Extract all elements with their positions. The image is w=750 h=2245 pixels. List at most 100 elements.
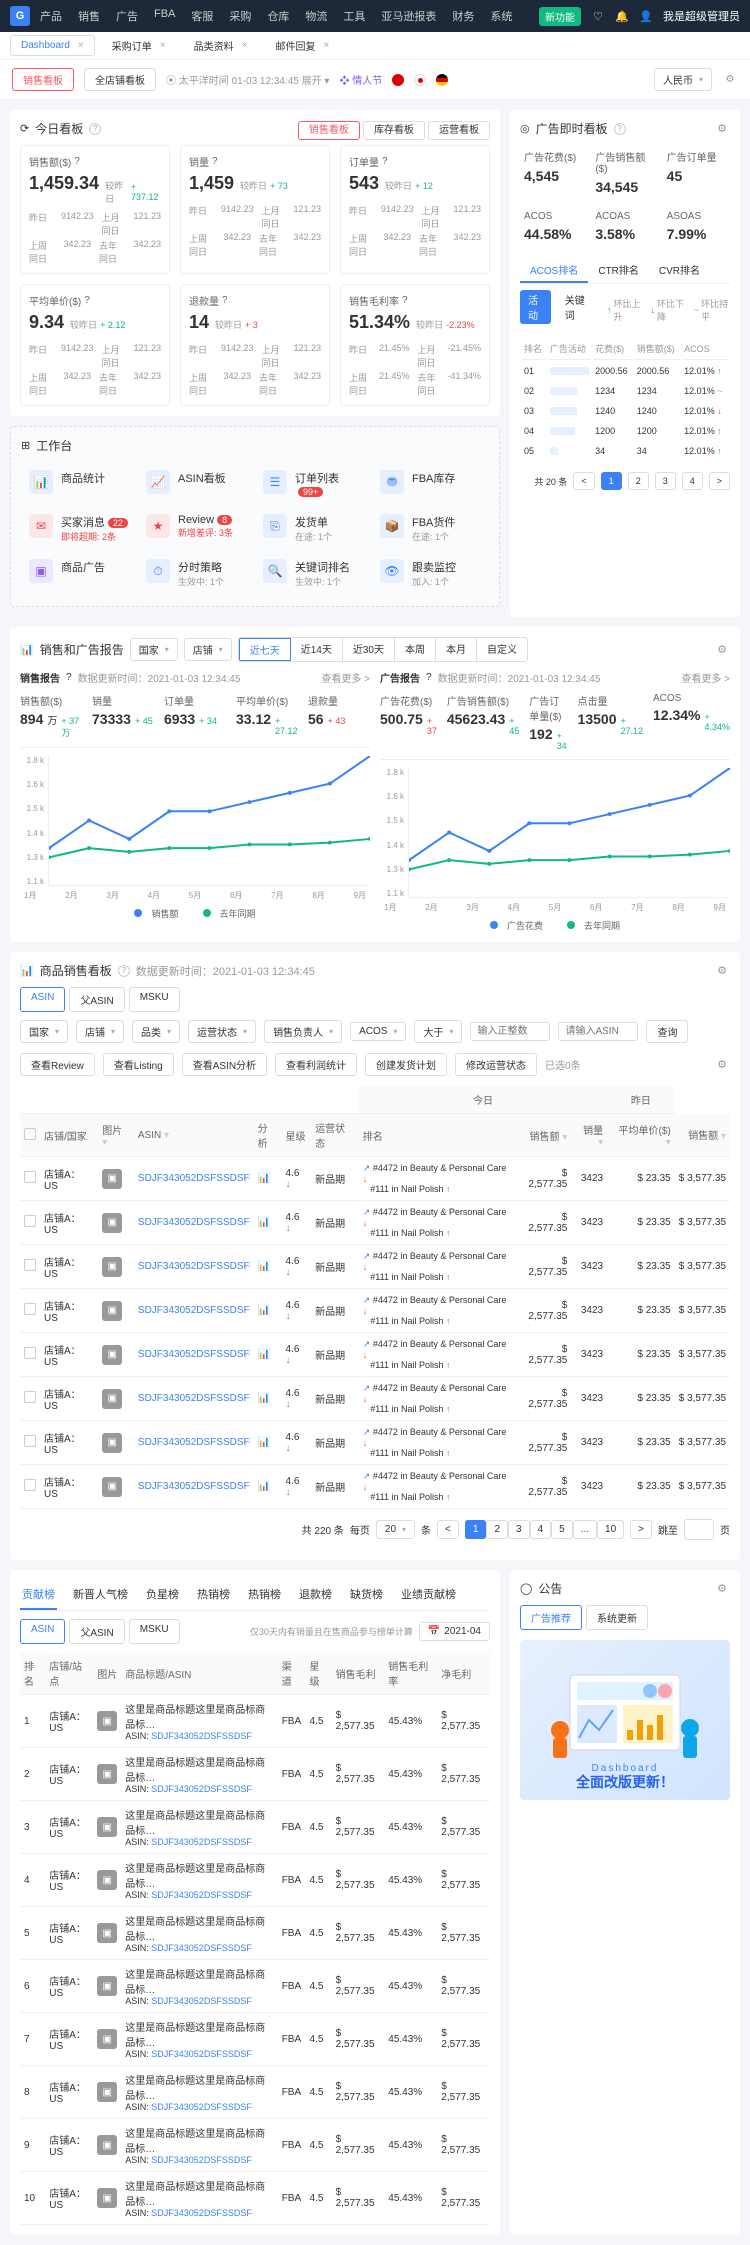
page-btn[interactable]: 4 [530,1520,552,1539]
ad-row[interactable]: 012000.562000.5612.01% ↑ [522,362,728,380]
product-row[interactable]: 店铺A：US▣ SDJF343052DSFSSDSF 📊 4.6 ↓新品期 ↗ … [20,1245,730,1289]
period-tab[interactable]: 近七天 [239,638,291,661]
page-btn[interactable]: 3 [508,1520,530,1539]
filter-select[interactable]: 销售负责人 [264,1020,342,1043]
goto-input[interactable] [684,1519,714,1540]
ad-rank-tab[interactable]: ACOS排名 [520,258,588,283]
help-icon[interactable]: ? [89,123,101,135]
row-checkbox[interactable] [24,1171,36,1183]
asin-link[interactable]: SDJF343052DSFSSDSF [134,1421,254,1465]
workbench-item[interactable]: ⏱分时策略生效中: 1个 [138,551,255,596]
row-checkbox[interactable] [24,1303,36,1315]
row-checkbox[interactable] [24,1479,36,1491]
product-row[interactable]: 店铺A：US▣ SDJF343052DSFSSDSF 📊 4.6 ↓新品期 ↗ … [20,1201,730,1245]
nav-item[interactable]: 产品 [40,8,62,24]
per-page-select[interactable]: 20 [376,1520,415,1539]
action-btn[interactable]: 查看Listing [103,1053,174,1076]
today-tab[interactable]: 销售看板 [298,121,360,140]
workbench-item[interactable]: ✉买家消息22即将超期: 2条 [21,506,138,551]
nav-item[interactable]: 系统 [490,8,512,24]
notice-tab[interactable]: 系统更新 [586,1605,648,1630]
filter-select[interactable]: 运营状态 [188,1020,256,1043]
page-btn[interactable]: ... [573,1520,597,1539]
close-icon[interactable]: × [78,40,84,51]
contrib-tab[interactable]: 新晋人气榜 [71,1580,130,1610]
workbench-item[interactable]: 📈ASIN看板 [138,462,255,506]
headset-icon[interactable]: ♡ [591,9,605,23]
filter-input[interactable] [470,1022,550,1041]
ad-mini-tab[interactable]: 关键词 [557,290,595,324]
row-checkbox[interactable] [24,1391,36,1403]
filter-select[interactable]: 大于 [414,1020,462,1043]
asin-link[interactable]: SDJF343052DSFSSDSF [134,1333,254,1377]
nav-item[interactable]: 工具 [343,8,365,24]
nav-item[interactable]: 采购 [229,8,251,24]
action-btn[interactable]: 查看ASIN分析 [182,1053,267,1076]
workbench-item[interactable]: ☰订单列表99+ [255,462,372,506]
nav-item[interactable]: 财务 [452,8,474,24]
contrib-row[interactable]: 5店铺A：US▣ 这里是商品标题这里是商品标商品标…ASIN: SDJF3430… [20,1907,490,1960]
notice-banner[interactable]: Dashboard 全面改版更新！ [520,1640,730,1800]
gear-icon[interactable]: ⚙ [714,121,730,137]
product-tab[interactable]: ASIN [20,987,65,1012]
close-icon[interactable]: × [323,40,329,51]
contrib-row[interactable]: 10店铺A：US▣ 这里是商品标题这里是商品标商品标…ASIN: SDJF343… [20,2172,490,2225]
ad-row[interactable]: 031240124012.01% ↓ [522,402,728,420]
workbench-item[interactable]: ▣商品广告 [21,551,138,596]
workbench-item[interactable]: ⛃FBA库存 [372,462,489,506]
action-btn[interactable]: 查看Review [20,1053,95,1076]
product-tab[interactable]: MSKU [129,987,180,1012]
nav-item[interactable]: FBA [154,8,175,24]
contrib-row[interactable]: 9店铺A：US▣ 这里是商品标题这里是商品标商品标…ASIN: SDJF3430… [20,2119,490,2172]
filter-select[interactable]: 国家 [20,1020,68,1043]
row-checkbox[interactable] [24,1215,36,1227]
ad-row[interactable]: 05343412.01% ↑ [522,442,728,460]
contrib-tab[interactable]: 热销榜 [195,1580,232,1610]
workbench-item[interactable]: 📦FBA货件在途: 1个 [372,506,489,551]
country-select[interactable]: 国家 [130,638,178,661]
workbench-item[interactable]: ★Review8新增差评: 3条 [138,506,255,551]
period-tab[interactable]: 自定义 [477,638,527,661]
chart-icon[interactable]: 📊 [258,1217,270,1228]
currency-select[interactable]: 人民币 [654,68,712,91]
filter-select[interactable]: ACOS [350,1022,406,1041]
month-select[interactable]: 📅 2021-04 [419,1622,490,1641]
notice-tab[interactable]: 广告推荐 [520,1605,582,1630]
product-row[interactable]: 店铺A：US▣ SDJF343052DSFSSDSF 📊 4.6 ↓新品期 ↗ … [20,1377,730,1421]
chart-icon[interactable]: 📊 [258,1261,270,1272]
page-tab[interactable]: Dashboard× [10,35,95,56]
asin-link[interactable]: SDJF343052DSFSSDSF [134,1245,254,1289]
workbench-item[interactable]: 🔍关键词排名生效中: 1个 [255,551,372,596]
nav-item[interactable]: 销售 [78,8,100,24]
contrib-row[interactable]: 1店铺A：US▣ 这里是商品标题这里是商品标商品标…ASIN: SDJF3430… [20,1695,490,1748]
logo[interactable]: G [10,6,30,26]
contrib-row[interactable]: 7店铺A：US▣ 这里是商品标题这里是商品标商品标…ASIN: SDJF3430… [20,2013,490,2066]
ad-mini-tab[interactable]: 活动 [520,290,551,324]
product-row[interactable]: 店铺A：US▣ SDJF343052DSFSSDSF 📊 4.6 ↓新品期 ↗ … [20,1465,730,1509]
view-more[interactable]: 查看更多 > [681,670,730,685]
contrib-row[interactable]: 3店铺A：US▣ 这里是商品标题这里是商品标商品标…ASIN: SDJF3430… [20,1801,490,1854]
workbench-item[interactable]: 📊商品统计 [21,462,138,506]
gear-icon[interactable]: ⚙ [714,642,730,658]
page-btn[interactable]: 1 [465,1520,487,1539]
chart-icon[interactable]: 📊 [258,1393,270,1404]
next-page[interactable]: > [709,472,730,490]
ad-row[interactable]: 041200120012.01% ↑ [522,422,728,440]
contrib-row[interactable]: 6店铺A：US▣ 这里是商品标题这里是商品标商品标…ASIN: SDJF3430… [20,1960,490,2013]
chart-icon[interactable]: 📊 [258,1173,270,1184]
nav-item[interactable]: 广告 [116,8,138,24]
chart-icon[interactable]: 📊 [258,1437,270,1448]
period-tab[interactable]: 本周 [395,638,436,661]
gear-icon[interactable]: ⚙ [722,72,738,88]
action-btn[interactable]: 创建发货计划 [365,1053,447,1076]
next-page[interactable]: > [630,1520,652,1539]
view-more[interactable]: 查看更多 > [321,670,370,685]
nav-item[interactable]: 仓库 [267,8,289,24]
search-btn[interactable]: 查询 [646,1020,688,1043]
new-feature-badge[interactable]: 新功能 [539,7,581,26]
contrib-subtab[interactable]: MSKU [129,1619,180,1644]
asin-link[interactable]: SDJF343052DSFSSDSF [134,1201,254,1245]
asin-link[interactable]: SDJF343052DSFSSDSF [134,1377,254,1421]
contrib-tab[interactable]: 负星榜 [144,1580,181,1610]
page-tab[interactable]: 采购订单× [101,33,177,58]
